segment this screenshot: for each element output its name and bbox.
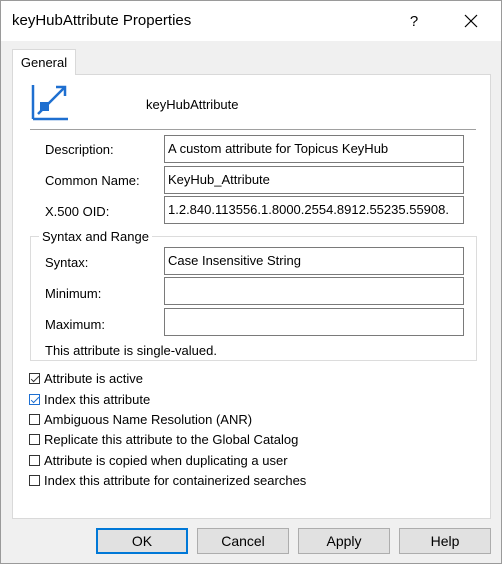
checkbox-box[interactable] [29, 475, 40, 486]
common-name-label: Common Name: [45, 173, 140, 188]
help-button[interactable]: Help [399, 528, 491, 554]
window-title: keyHubAttribute Properties [12, 12, 192, 29]
ok-button[interactable]: OK [96, 528, 188, 554]
checkbox-box[interactable] [29, 455, 40, 466]
title-bar: keyHubAttribute Properties ? [1, 1, 501, 41]
maximum-label: Maximum: [45, 317, 105, 332]
checkbox-box[interactable] [29, 394, 40, 405]
description-field[interactable]: A custom attribute for Topicus KeyHub [164, 135, 464, 163]
checkbox-label: Attribute is copied when duplicating a u… [44, 453, 288, 468]
maximum-field[interactable] [164, 308, 464, 336]
attribute-icon [31, 85, 68, 121]
checkbox-label: Index this attribute [44, 392, 151, 407]
close-icon [464, 14, 478, 28]
single-valued-note: This attribute is single-valued. [45, 343, 217, 358]
help-icon[interactable]: ? [399, 5, 429, 37]
checkbox-label: Index this attribute for containerized s… [44, 473, 307, 488]
divider [30, 129, 476, 130]
close-button[interactable] [451, 5, 491, 37]
checkbox-containerized-searches[interactable]: Index this attribute for containerized s… [29, 473, 306, 488]
syntax-range-title: Syntax and Range [39, 229, 152, 244]
cancel-button[interactable]: Cancel [197, 528, 289, 554]
oid-label: X.500 OID: [45, 204, 110, 219]
syntax-field[interactable]: Case Insensitive String [164, 247, 464, 275]
checkbox-attribute-active[interactable]: Attribute is active [29, 371, 143, 386]
checkbox-index-attribute[interactable]: Index this attribute [29, 392, 150, 407]
checkbox-copy-duplicating[interactable]: Attribute is copied when duplicating a u… [29, 453, 288, 468]
apply-button[interactable]: Apply [298, 528, 390, 554]
checkbox-anr[interactable]: Ambiguous Name Resolution (ANR) [29, 412, 252, 427]
checkbox-box[interactable] [29, 373, 40, 384]
attribute-name: keyHubAttribute [146, 97, 239, 112]
minimum-field[interactable] [164, 277, 464, 305]
checkbox-box[interactable] [29, 434, 40, 445]
oid-field[interactable]: 1.2.840.113556.1.8000.2554.8912.55235.55… [164, 196, 464, 224]
minimum-label: Minimum: [45, 286, 102, 301]
common-name-field[interactable]: KeyHub_Attribute [164, 166, 464, 194]
general-panel: keyHubAttribute Description: A custom at… [12, 74, 491, 519]
tab-general[interactable]: General [12, 49, 76, 75]
checkbox-label: Ambiguous Name Resolution (ANR) [44, 412, 253, 427]
description-label: Description: [45, 142, 114, 157]
checkbox-replicate-gc[interactable]: Replicate this attribute to the Global C… [29, 432, 298, 447]
checkbox-label: Replicate this attribute to the Global C… [44, 432, 299, 447]
checkbox-box[interactable] [29, 414, 40, 425]
syntax-label: Syntax: [45, 255, 89, 270]
properties-dialog: keyHubAttribute Properties ? General key… [0, 0, 502, 564]
checkbox-label: Attribute is active [44, 371, 143, 386]
